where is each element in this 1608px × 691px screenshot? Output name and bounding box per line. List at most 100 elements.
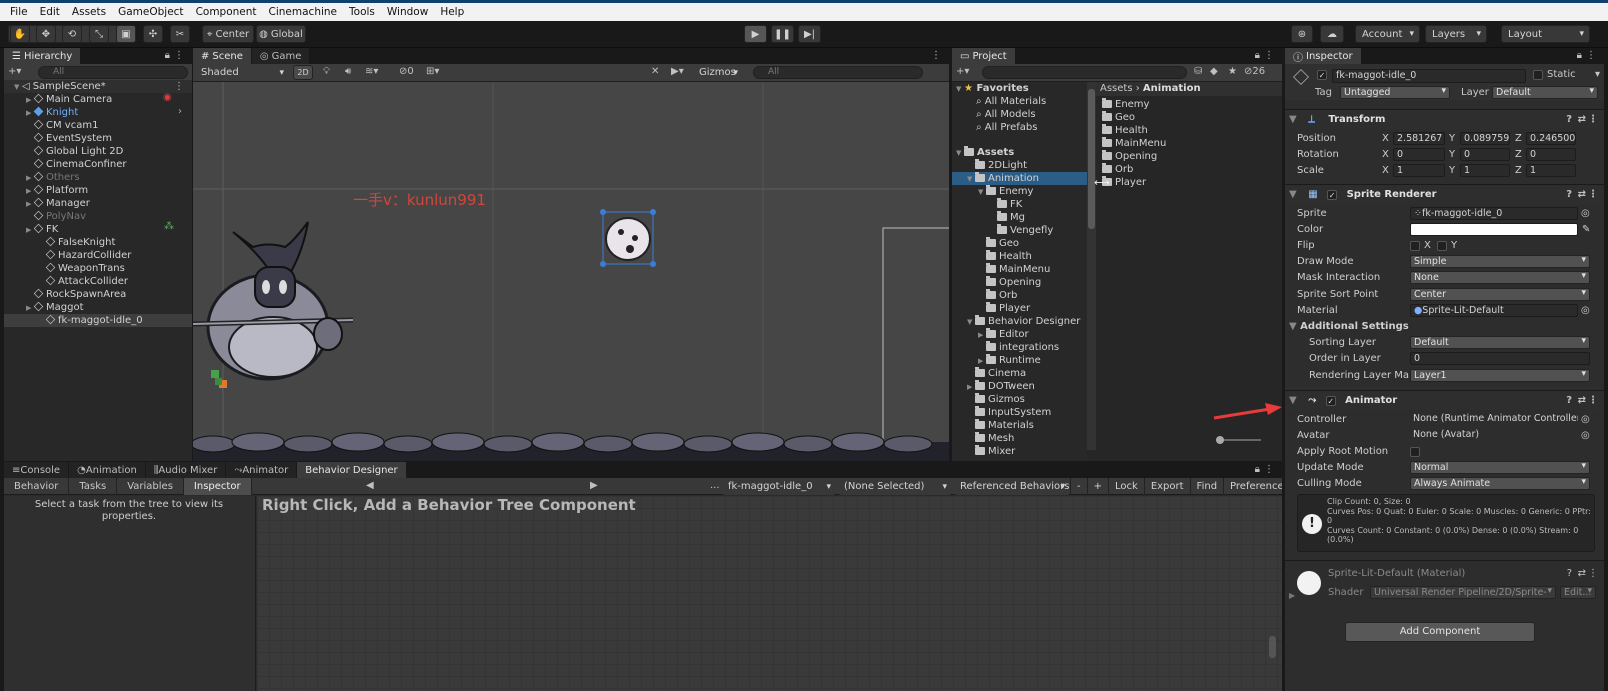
hierarchy-item[interactable]: ▶ Manager [4, 197, 192, 210]
mask-interaction-dropdown[interactable]: None [1410, 271, 1590, 284]
project-folder-item[interactable]: Opening [952, 276, 1087, 289]
static-checkbox[interactable] [1533, 70, 1543, 80]
project-folder-item[interactable]: integrations [952, 341, 1087, 354]
bd-subtab-tasks[interactable]: Tasks [69, 478, 118, 495]
rendering-layer-dropdown[interactable]: Layer1 [1410, 369, 1590, 382]
tab-animator[interactable]: ⤳ Animator [226, 462, 298, 478]
root-motion-checkbox[interactable] [1410, 447, 1420, 457]
static-dropdown-icon[interactable]: ▾ [1595, 69, 1600, 80]
project-folder-item[interactable]: Vengefly [952, 224, 1087, 237]
additional-settings-foldout[interactable]: ▼ Additional Settings [1289, 319, 1598, 334]
camera-icon[interactable]: ▶▾ [671, 66, 684, 77]
update-mode-dropdown[interactable]: Normal [1410, 461, 1590, 474]
hierarchy-item[interactable]: EventSystem [4, 132, 192, 145]
bd-button[interactable]: Export [1143, 478, 1190, 495]
bd-subtab-inspector[interactable]: Inspector [183, 478, 252, 495]
cloud-icon[interactable]: ☁ [1320, 25, 1344, 43]
hierarchy-item[interactable]: AttackCollider [4, 275, 192, 288]
menu-item-window[interactable]: Window [381, 6, 434, 18]
sort-point-dropdown[interactable]: Center [1410, 288, 1590, 301]
lighting-icon[interactable]: 💡︎ [323, 66, 330, 77]
content-folder-item[interactable]: Health [1096, 124, 1282, 137]
tab-animation[interactable]: ◔ Animation [69, 462, 146, 478]
color-swatch[interactable] [1410, 223, 1578, 236]
rotation-z-field[interactable]: 0 [1526, 148, 1576, 161]
slider-handle[interactable] [1216, 436, 1224, 444]
project-folder-item[interactable]: Cinema [952, 367, 1087, 380]
position-x-field[interactable]: 2.581267 [1393, 132, 1445, 145]
project-folder-item[interactable]: MainMenu [952, 263, 1087, 276]
favorite-item[interactable]: ⌕ All Prefabs [952, 121, 1087, 134]
flip-x-checkbox[interactable] [1410, 241, 1420, 251]
content-folder-item[interactable]: Opening [1096, 150, 1282, 163]
nav-left-icon[interactable]: ◀ [366, 480, 374, 491]
hierarchy-item[interactable]: CinemaConfiner [4, 158, 192, 171]
project-folder-item[interactable]: Mg [952, 211, 1087, 224]
scene-menu-icon[interactable]: ⋮ [174, 81, 184, 92]
bd-button[interactable]: Find [1189, 478, 1224, 495]
more-icon[interactable]: ... [710, 480, 720, 491]
lock-icon[interactable]: 🔒︎ [165, 50, 170, 61]
tab-inspector[interactable]: ⓘ Inspector [1285, 48, 1362, 64]
content-folder-item[interactable]: Player [1096, 176, 1282, 189]
object-picker-icon[interactable]: ◎ [1581, 303, 1590, 318]
menu-item-component[interactable]: Component [190, 6, 263, 18]
rotation-x-field[interactable]: 0 [1393, 148, 1445, 161]
kebab-menu-icon[interactable]: ⋮ [1586, 50, 1596, 61]
tab-project[interactable]: ▭ Project [952, 48, 1016, 64]
create-plus-icon[interactable]: +▾ [8, 66, 21, 77]
preset-icon[interactable]: ⇄ [1578, 391, 1586, 411]
hierarchy-item[interactable]: WeaponTrans [4, 262, 192, 275]
hierarchy-item[interactable]: HazardCollider [4, 249, 192, 262]
add-component-button[interactable]: Add Component [1345, 622, 1535, 642]
tree-scrollbar[interactable] [1087, 82, 1096, 450]
grid-snap-icon[interactable]: ⊞▾ [426, 66, 439, 77]
create-plus-icon[interactable]: +▾ [956, 66, 969, 77]
sorting-layer-dropdown[interactable]: Default [1410, 336, 1590, 349]
flip-y-checkbox[interactable] [1437, 241, 1447, 251]
animator-enabled-checkbox[interactable]: ✓ [1325, 396, 1336, 406]
bd-button[interactable]: Lock [1108, 478, 1144, 495]
content-folder-item[interactable]: MainMenu [1096, 137, 1282, 150]
avatar-field[interactable]: None (Avatar) [1410, 429, 1578, 442]
menu-item-file[interactable]: File [4, 6, 34, 18]
referenced-behaviors-dropdown[interactable]: Referenced Behaviors [954, 478, 1070, 495]
project-folder-item[interactable]: Mesh [952, 432, 1087, 445]
project-folder-item[interactable]: ▼ Enemy [952, 185, 1087, 198]
component-menu-icon[interactable]: ⋮ [1588, 110, 1598, 130]
tab-hierarchy[interactable]: ☰ Hierarchy [4, 48, 82, 64]
scene-search-input[interactable]: All [753, 66, 923, 79]
sprite-renderer-enabled-checkbox[interactable]: ✓ [1327, 190, 1338, 200]
component-menu-icon[interactable]: ⋮ [1588, 391, 1598, 411]
hidden-packages-icon[interactable]: ⊘26 [1244, 66, 1265, 77]
project-folder-item[interactable]: Health [952, 250, 1087, 263]
animator-header[interactable]: ▼ ⤳ ✓ Animator ? ⇄ ⋮ [1285, 390, 1604, 410]
step-button[interactable]: ▶| [798, 25, 821, 43]
layout-dropdown[interactable]: Layout [1501, 25, 1590, 43]
hierarchy-item[interactable]: RockSpawnArea [4, 288, 192, 301]
breadcrumb-animation[interactable]: Animation [1143, 83, 1201, 94]
menu-item-tools[interactable]: Tools [343, 6, 381, 18]
sprite-renderer-header[interactable]: ▼ ▦ ✓ Sprite Renderer ? ⇄ ⋮ [1285, 184, 1604, 204]
menu-item-assets[interactable]: Assets [66, 6, 112, 18]
preset-icon[interactable]: ⇄ [1578, 568, 1586, 579]
menu-item-cinemachine[interactable]: Cinemachine [263, 6, 344, 18]
project-folder-item[interactable]: ▼ Behavior Designer [952, 315, 1087, 328]
pivot-global-toggle[interactable]: ◍ Global [256, 25, 306, 43]
scene-viewport[interactable]: 一手v：kunlun991 [193, 82, 949, 461]
object-name-field[interactable]: fk-maggot-idle_0 [1332, 69, 1526, 83]
canvas-scrollbar[interactable] [1269, 636, 1276, 658]
menu-item-help[interactable]: Help [434, 6, 470, 18]
project-folder-item[interactable]: 2DLight [952, 159, 1087, 172]
project-folder-item[interactable]: ▼ Animation [952, 172, 1087, 185]
menu-item-gameobject[interactable]: GameObject [112, 6, 189, 18]
object-picker-icon[interactable]: ◎ [1581, 428, 1590, 443]
active-checkbox[interactable]: ✓ [1317, 70, 1327, 80]
tab-audio-mixer[interactable]: ⫼ Audio Mixer [145, 462, 227, 478]
lock-icon[interactable]: 🔒︎ [1255, 464, 1260, 475]
hand-tool-icon[interactable]: ✋ [10, 25, 30, 43]
lock-icon[interactable]: 🔒︎ [1255, 50, 1260, 61]
favorite-item[interactable]: ⌕ All Models [952, 108, 1087, 121]
kebab-menu-icon[interactable]: ⋮ [1264, 464, 1274, 475]
component-menu-icon[interactable]: ⋮ [1588, 185, 1598, 205]
